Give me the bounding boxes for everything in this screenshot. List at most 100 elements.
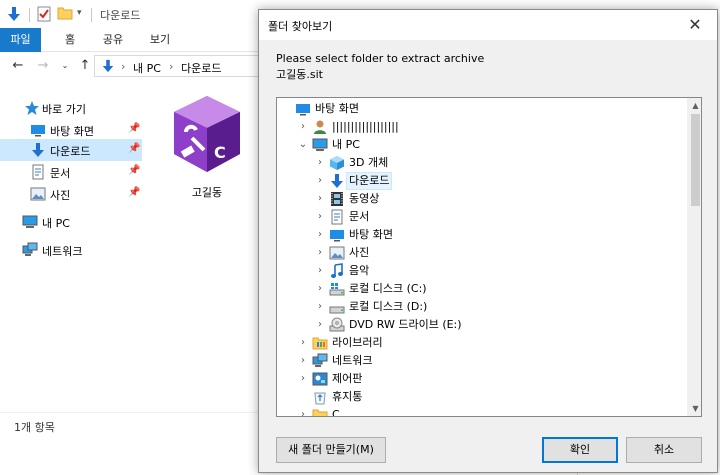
dialog-prompt: Please select folder to extract archive: [276, 52, 485, 65]
properties-check-icon[interactable]: [37, 6, 51, 25]
tree-node[interactable]: › C: [277, 406, 687, 417]
address-separator: ›: [121, 60, 126, 73]
document-icon: [30, 164, 46, 180]
nav-item-network[interactable]: 네트워크: [0, 239, 142, 261]
tree-node[interactable]: › 바탕 화면: [277, 226, 687, 244]
expand-chevron-icon[interactable]: ›: [315, 192, 325, 206]
nav-item-this-pc[interactable]: 내 PC: [0, 211, 142, 233]
pin-icon[interactable]: 📌: [128, 143, 140, 154]
address-segment-this-pc[interactable]: 내 PC: [133, 60, 161, 76]
tree-node-label: 3D 개체: [349, 156, 389, 169]
tree-node[interactable]: › 3D 개체: [277, 154, 687, 172]
desktop-icon: [295, 101, 311, 117]
tree-node[interactable]: › 사진: [277, 244, 687, 262]
drive-icon: [329, 299, 345, 315]
tree-node-label: 라이브러리: [332, 336, 383, 349]
tab-file[interactable]: 파일: [0, 28, 41, 52]
expand-chevron-icon[interactable]: ›: [315, 264, 325, 278]
nav-item-desktop[interactable]: 바탕 화면 📌: [0, 119, 142, 141]
expand-chevron-icon[interactable]: ›: [315, 210, 325, 224]
scrollbar-thumb[interactable]: [691, 114, 700, 206]
expand-chevron-icon[interactable]: ›: [315, 318, 325, 332]
control-panel-icon: [312, 371, 328, 387]
tree-node[interactable]: › 라이브러리: [277, 334, 687, 352]
computer-icon: [312, 137, 328, 153]
tree-node[interactable]: › 다운로드: [277, 172, 687, 190]
pin-icon[interactable]: 📌: [128, 165, 140, 176]
tree-node[interactable]: 휴지통: [277, 388, 687, 406]
expand-chevron-icon[interactable]: ›: [298, 408, 308, 416]
ok-button[interactable]: 확인: [542, 437, 618, 463]
tree-node[interactable]: › DVD RW 드라이브 (E:): [277, 316, 687, 334]
tab-home[interactable]: 홈: [56, 28, 84, 52]
tree-node-label: 휴지통: [332, 390, 363, 403]
pin-icon[interactable]: 📌: [128, 123, 140, 134]
expand-chevron-icon[interactable]: ›: [315, 228, 325, 242]
film-icon: [329, 191, 345, 207]
address-segment-downloads[interactable]: 다운로드: [181, 60, 221, 76]
tree-node[interactable]: › 동영상: [277, 190, 687, 208]
download-arrow-icon: [329, 173, 345, 189]
nav-quick-access[interactable]: 바로 가기: [0, 97, 142, 119]
scroll-down-arrow-icon[interactable]: ▼: [688, 401, 701, 416]
expand-chevron-icon[interactable]: ›: [298, 372, 308, 386]
expand-chevron-icon[interactable]: ›: [315, 174, 325, 188]
nav-label: 바로 가기: [42, 103, 86, 116]
recent-locations-chevron-icon[interactable]: ⌄: [57, 58, 73, 74]
cancel-button[interactable]: 취소: [626, 437, 702, 463]
expand-chevron-icon[interactable]: ›: [315, 300, 325, 314]
tab-share[interactable]: 공유: [96, 28, 130, 52]
back-arrow-icon[interactable]: ←: [10, 58, 26, 74]
tree-node-label: 로컬 디스크 (C:): [349, 282, 427, 295]
expand-chevron-icon[interactable]: ›: [315, 156, 325, 170]
tree-node-label: 바탕 화면: [315, 102, 359, 115]
picture-icon: [329, 245, 345, 261]
forward-arrow-icon[interactable]: →: [35, 58, 51, 74]
archive-box-icon: C: [170, 92, 244, 179]
tree-node[interactable]: › 로컬 디스크 (C:): [277, 280, 687, 298]
tree-node[interactable]: › 음악: [277, 262, 687, 280]
file-item[interactable]: C 고길동: [162, 92, 252, 202]
expand-chevron-icon[interactable]: ›: [315, 282, 325, 296]
nav-item-pictures[interactable]: 사진 📌: [0, 183, 142, 205]
address-separator: ›: [169, 60, 174, 73]
expand-chevron-icon[interactable]: ›: [315, 246, 325, 260]
desktop-icon: [30, 122, 46, 138]
file-name: 고길동: [191, 186, 223, 199]
download-arrow-icon: [30, 142, 46, 158]
tree-node-label: ||||||||||||||||||: [332, 120, 399, 133]
archive-filename: 고길동.sit: [276, 68, 323, 81]
up-arrow-icon[interactable]: ↑: [77, 58, 93, 74]
scroll-up-arrow-icon[interactable]: ▲: [688, 98, 701, 113]
tab-view[interactable]: 보기: [143, 28, 177, 52]
library-folder-icon: [312, 335, 328, 351]
tree-node-label: DVD RW 드라이브 (E:): [349, 318, 462, 331]
nav-item-documents[interactable]: 문서 📌: [0, 161, 142, 183]
network-icon: [312, 353, 328, 369]
close-icon[interactable]: ✕: [673, 10, 717, 40]
folder-tree[interactable]: 바탕 화면 › |||||||||||||||||| ⌄ 내 PC › 3D 개체 › 다운로드…: [276, 97, 702, 417]
tree-node[interactable]: › 문서: [277, 208, 687, 226]
expand-chevron-icon: [298, 390, 308, 404]
customize-toolbar-icon[interactable]: ▾: [77, 8, 82, 18]
nav-label: 바탕 화면: [50, 125, 94, 138]
dialog-title: 폴더 찾아보기: [268, 20, 333, 33]
expand-chevron-icon[interactable]: ›: [298, 354, 308, 368]
vertical-scrollbar[interactable]: ▲ ▼: [687, 98, 701, 416]
tree-node[interactable]: › 로컬 디스크 (D:): [277, 298, 687, 316]
tree-node[interactable]: › 제어판: [277, 370, 687, 388]
new-folder-icon[interactable]: [57, 6, 73, 23]
expand-chevron-icon[interactable]: ›: [298, 120, 308, 134]
tree-node[interactable]: › ||||||||||||||||||: [277, 118, 687, 136]
pin-icon[interactable]: 📌: [128, 187, 140, 198]
download-arrow-icon: [6, 6, 22, 25]
expand-chevron-icon[interactable]: ›: [298, 336, 308, 350]
tree-node-label: C: [332, 408, 340, 417]
collapse-chevron-icon[interactable]: ⌄: [298, 138, 308, 152]
tree-node[interactable]: ⌄ 내 PC: [277, 136, 687, 154]
item-count: 1개 항목: [14, 421, 55, 434]
tree-node[interactable]: › 네트워크: [277, 352, 687, 370]
nav-item-downloads[interactable]: 다운로드 📌: [0, 139, 142, 161]
tree-node[interactable]: 바탕 화면: [277, 100, 687, 118]
new-folder-button[interactable]: 새 폴더 만들기(M): [276, 437, 386, 463]
